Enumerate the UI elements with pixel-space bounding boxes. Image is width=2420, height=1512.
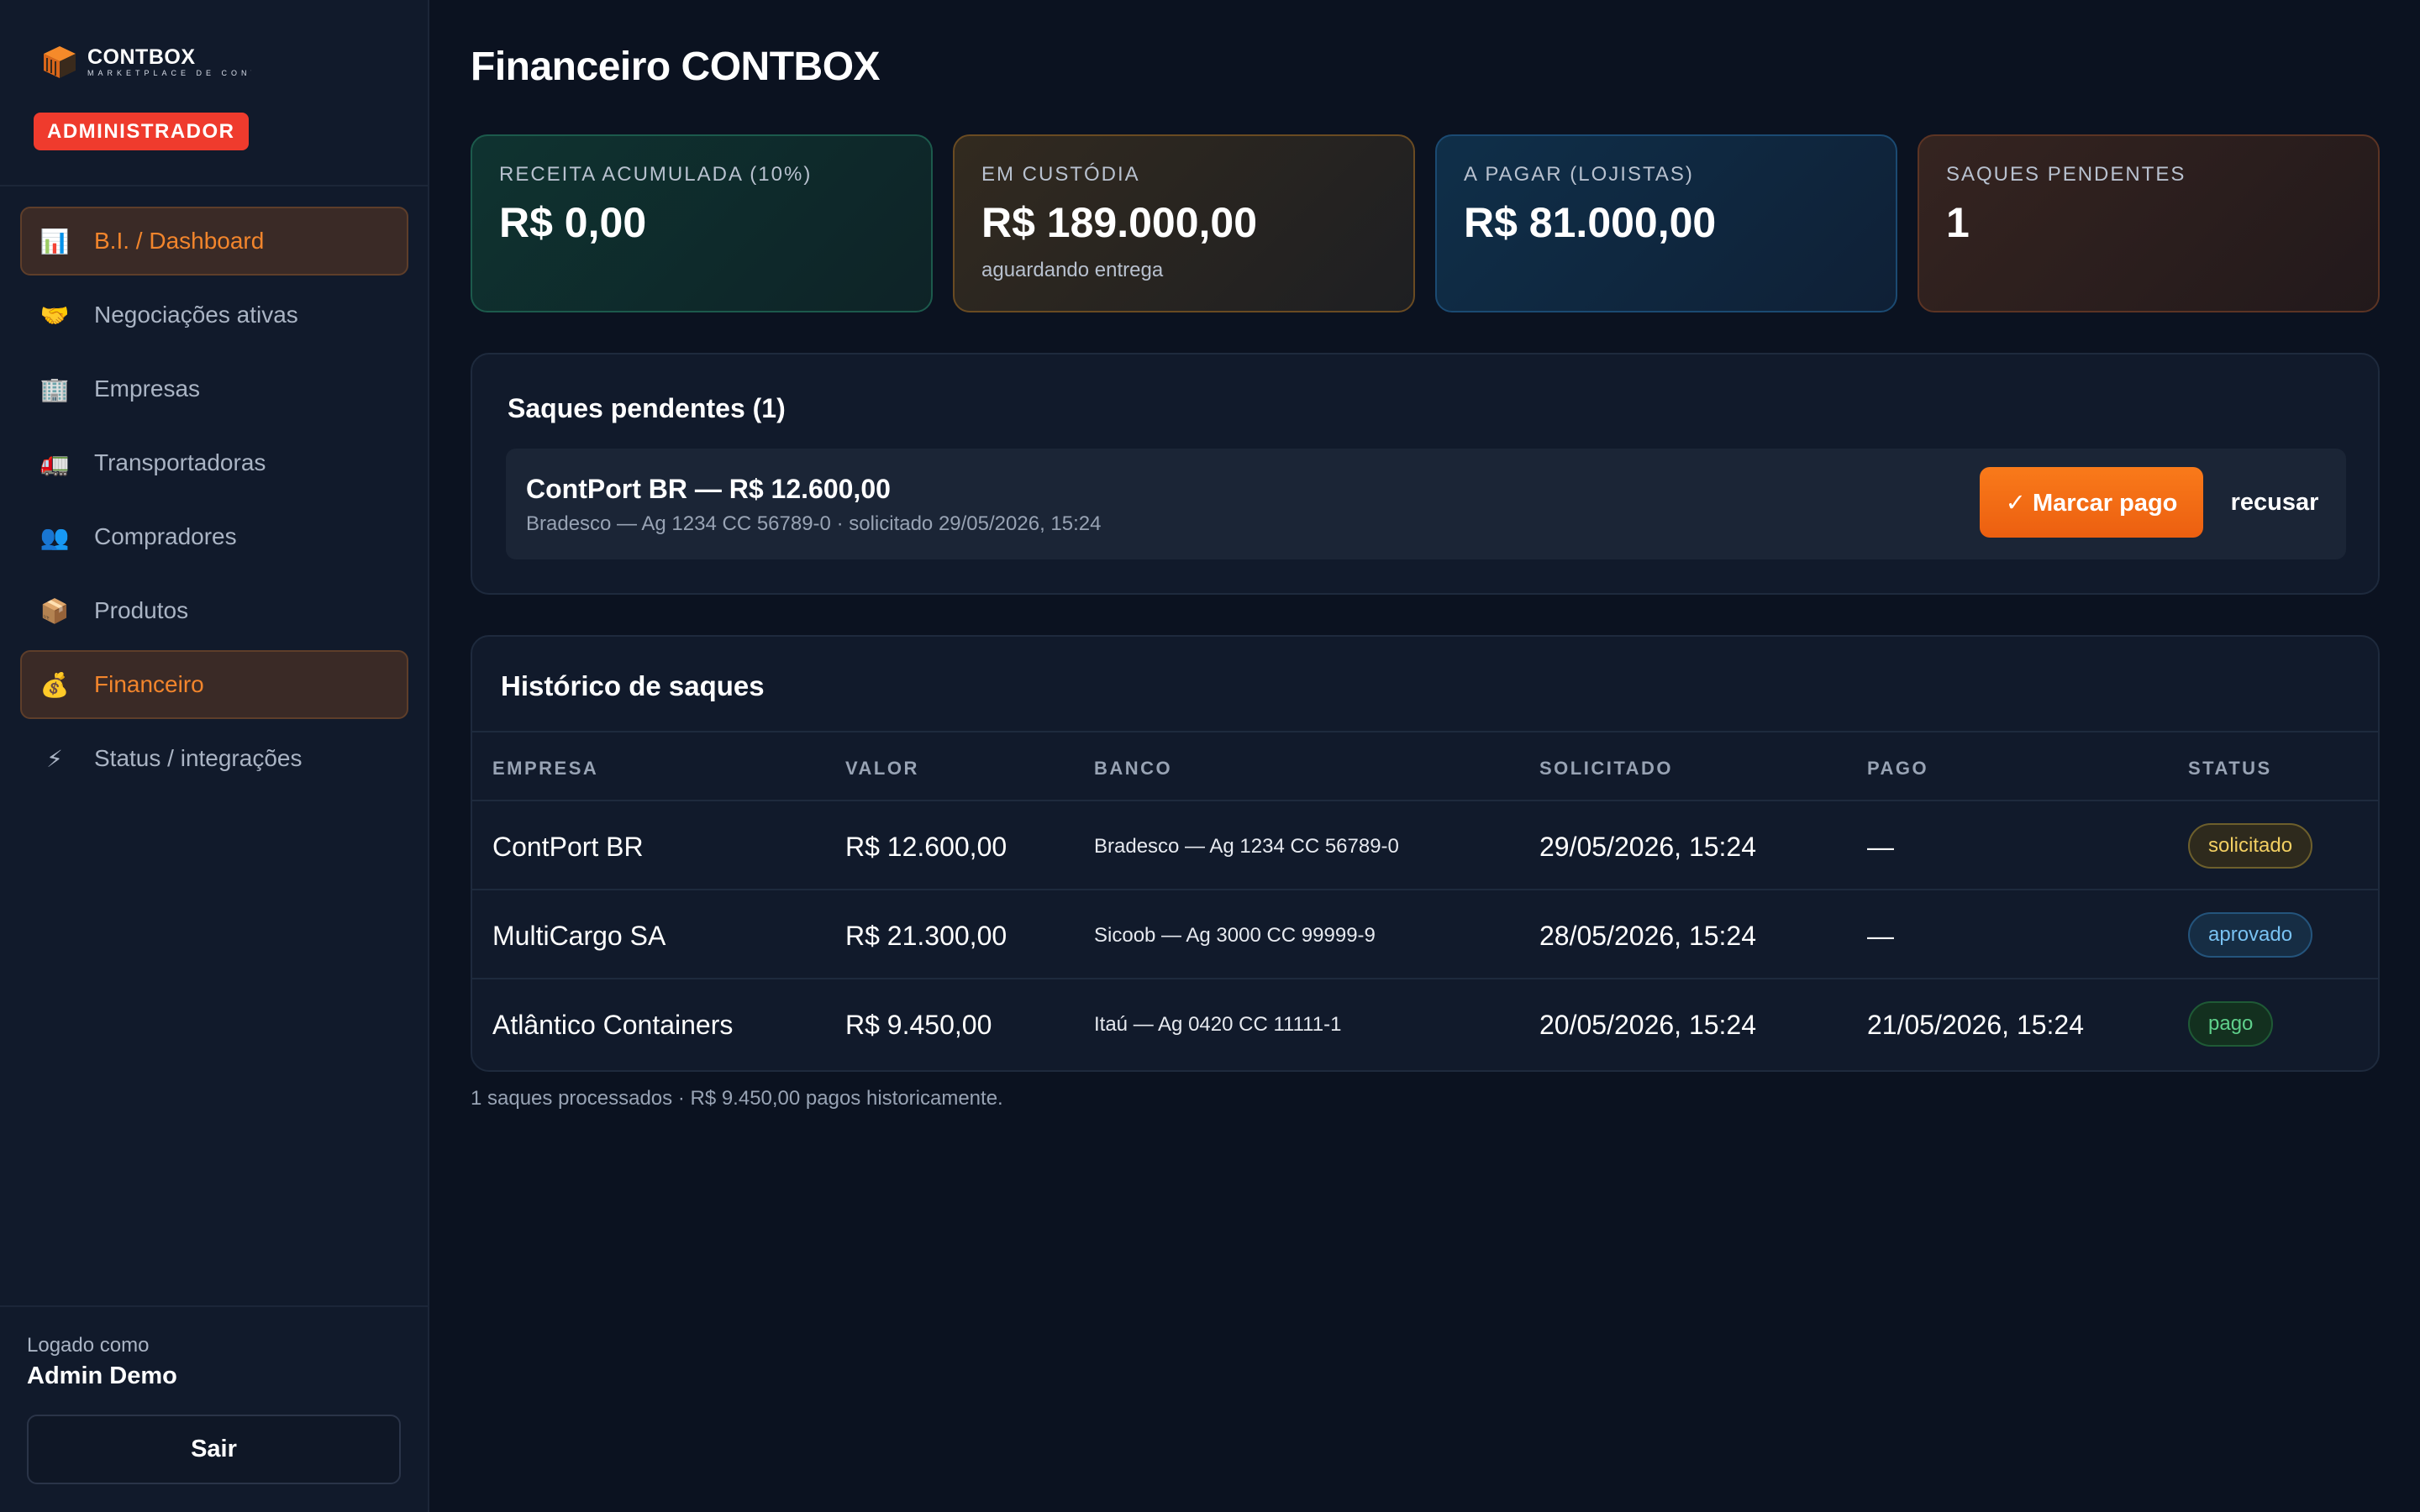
- cell-banco: Bradesco — Ag 1234 CC 56789-0: [1094, 835, 1399, 858]
- cell-pago: 21/05/2026, 15:24: [1867, 1010, 2085, 1040]
- pending-withdrawal-details: Bradesco — Ag 1234 CC 56789-0 · solicita…: [526, 512, 1102, 535]
- kpi-value: R$ 0,00: [499, 199, 647, 246]
- brand-name: CONTBOX: [87, 45, 196, 69]
- sidebar-item-label: Empresas: [94, 375, 201, 402]
- sidebar-divider: [0, 185, 428, 186]
- table-header: EMPRESA VALOR BANCO SOLICITADO PAGO STAT…: [472, 731, 2378, 801]
- cell-pago: —: [1867, 921, 1894, 951]
- cell-banco: Itaú — Ag 0420 CC 11111-1: [1094, 1013, 1342, 1036]
- table-row: MultiCargo SA R$ 21.300,00 Sicoob — Ag 3…: [472, 890, 2378, 979]
- withdrawal-history-panel: Histórico de saques EMPRESA VALOR BANCO …: [471, 635, 2380, 1072]
- kpi-label: SAQUES PENDENTES: [1946, 163, 2186, 186]
- kpi-label: RECEITA ACUMULADA (10%): [499, 163, 813, 186]
- history-summary-footnote: 1 saques processados · R$ 9.450,00 pagos…: [471, 1087, 1003, 1110]
- container-cube-icon: [40, 43, 79, 81]
- kpi-value: R$ 189.000,00: [981, 199, 1258, 246]
- kpi-label: A PAGAR (LOJISTAS): [1464, 163, 1694, 186]
- cell-valor: R$ 9.450,00: [845, 1010, 992, 1040]
- cell-banco: Sicoob — Ag 3000 CC 99999-9: [1094, 924, 1376, 947]
- sidebar-item-dashboard[interactable]: 📊 B.I. / Dashboard: [20, 207, 408, 276]
- package-icon: 📦: [39, 597, 70, 624]
- sidebar-item-label: Status / integrações: [94, 745, 302, 771]
- pending-withdrawal-item: ContPort BR — R$ 12.600,00 Bradesco — Ag…: [506, 449, 2346, 559]
- cell-solicitado: 29/05/2026, 15:24: [1539, 832, 1757, 862]
- refuse-button[interactable]: recusar: [2220, 467, 2329, 538]
- logged-in-label: Logado como: [27, 1334, 150, 1357]
- brand-tagline: MARKETPLACE DE CONTAINERS: [87, 69, 251, 77]
- pending-withdrawal-summary: ContPort BR — R$ 12.600,00: [526, 474, 891, 504]
- sidebar-item-label: Compradores: [94, 523, 237, 549]
- sidebar-item-empresas[interactable]: 🏢 Empresas: [20, 354, 408, 423]
- column-header-solicitado[interactable]: SOLICITADO: [1539, 758, 1673, 780]
- status-badge: solicitado: [2188, 823, 2313, 869]
- pending-withdrawals-panel: Saques pendentes (1) ContPort BR — R$ 12…: [471, 353, 2380, 595]
- kpi-card-a-pagar: A PAGAR (LOJISTAS) R$ 81.000,00: [1435, 134, 1897, 312]
- cell-solicitado: 28/05/2026, 15:24: [1539, 921, 1757, 951]
- sidebar-nav: 📊 B.I. / Dashboard 🤝 Negociações ativas …: [20, 207, 408, 798]
- cell-pago: —: [1867, 832, 1894, 862]
- truck-icon: 🚛: [39, 449, 70, 476]
- withdrawal-history-title: Histórico de saques: [501, 670, 765, 701]
- column-header-pago[interactable]: PAGO: [1867, 758, 1928, 780]
- sidebar-item-status[interactable]: ⚡ Status / integrações: [20, 724, 408, 793]
- table-row: Atlântico Containers R$ 9.450,00 Itaú — …: [472, 979, 2378, 1068]
- column-header-empresa[interactable]: EMPRESA: [492, 758, 598, 780]
- sidebar-item-negociacoes[interactable]: 🤝 Negociações ativas: [20, 281, 408, 349]
- kpi-label: EM CUSTÓDIA: [981, 163, 1140, 186]
- mark-paid-button[interactable]: ✓ Marcar pago: [1980, 467, 2203, 538]
- brand-logo[interactable]: CONTBOX MARKETPLACE DE CONTAINERS: [40, 39, 251, 86]
- users-icon: 👥: [39, 523, 70, 550]
- column-header-valor[interactable]: VALOR: [845, 758, 919, 780]
- sidebar-item-compradores[interactable]: 👥 Compradores: [20, 502, 408, 571]
- table-row: ContPort BR R$ 12.600,00 Bradesco — Ag 1…: [472, 801, 2378, 890]
- sidebar-item-label: Financeiro: [94, 671, 204, 697]
- sidebar-item-label: Transportadoras: [94, 449, 266, 475]
- sidebar-item-transportadoras[interactable]: 🚛 Transportadoras: [20, 428, 408, 497]
- page-title: Financeiro CONTBOX: [471, 45, 881, 89]
- cell-solicitado: 20/05/2026, 15:24: [1539, 1010, 1757, 1040]
- sidebar-item-label: B.I. / Dashboard: [94, 228, 265, 254]
- sidebar-item-financeiro[interactable]: 💰 Financeiro: [20, 650, 408, 719]
- logout-button[interactable]: Sair: [27, 1415, 401, 1484]
- cell-empresa: Atlântico Containers: [492, 1010, 734, 1040]
- kpi-card-receita: RECEITA ACUMULADA (10%) R$ 0,00: [471, 134, 933, 312]
- cell-empresa: ContPort BR: [492, 832, 644, 862]
- column-header-status[interactable]: STATUS: [2188, 758, 2272, 780]
- handshake-icon: 🤝: [39, 302, 70, 328]
- kpi-subtext: aguardando entrega: [981, 259, 1164, 281]
- sidebar-item-label: Negociações ativas: [94, 302, 298, 328]
- kpi-value: R$ 81.000,00: [1464, 199, 1717, 246]
- cell-valor: R$ 12.600,00: [845, 832, 1007, 862]
- sidebar: CONTBOX MARKETPLACE DE CONTAINERS ADMINI…: [0, 0, 429, 1512]
- bar-chart-icon: 📊: [39, 228, 70, 255]
- kpi-card-saques-pendentes: SAQUES PENDENTES 1: [1918, 134, 2380, 312]
- money-bag-icon: 💰: [39, 671, 70, 698]
- lightning-icon: ⚡: [46, 745, 63, 772]
- logged-in-user-name: Admin Demo: [27, 1362, 177, 1389]
- office-building-icon: 🏢: [39, 375, 70, 402]
- sidebar-bottom-divider: [0, 1305, 428, 1307]
- cell-valor: R$ 21.300,00: [845, 921, 1007, 951]
- cell-empresa: MultiCargo SA: [492, 921, 666, 951]
- sidebar-item-label: Produtos: [94, 597, 189, 623]
- status-badge: pago: [2188, 1001, 2274, 1047]
- column-header-banco[interactable]: BANCO: [1094, 758, 1172, 780]
- kpi-card-custodia: EM CUSTÓDIA R$ 189.000,00 aguardando ent…: [953, 134, 1415, 312]
- pending-withdrawals-title: Saques pendentes (1): [508, 393, 786, 423]
- sidebar-item-produtos[interactable]: 📦 Produtos: [20, 576, 408, 645]
- status-badge: aprovado: [2188, 912, 2313, 958]
- kpi-value: 1: [1946, 199, 1970, 246]
- role-badge: ADMINISTRADOR: [34, 113, 249, 150]
